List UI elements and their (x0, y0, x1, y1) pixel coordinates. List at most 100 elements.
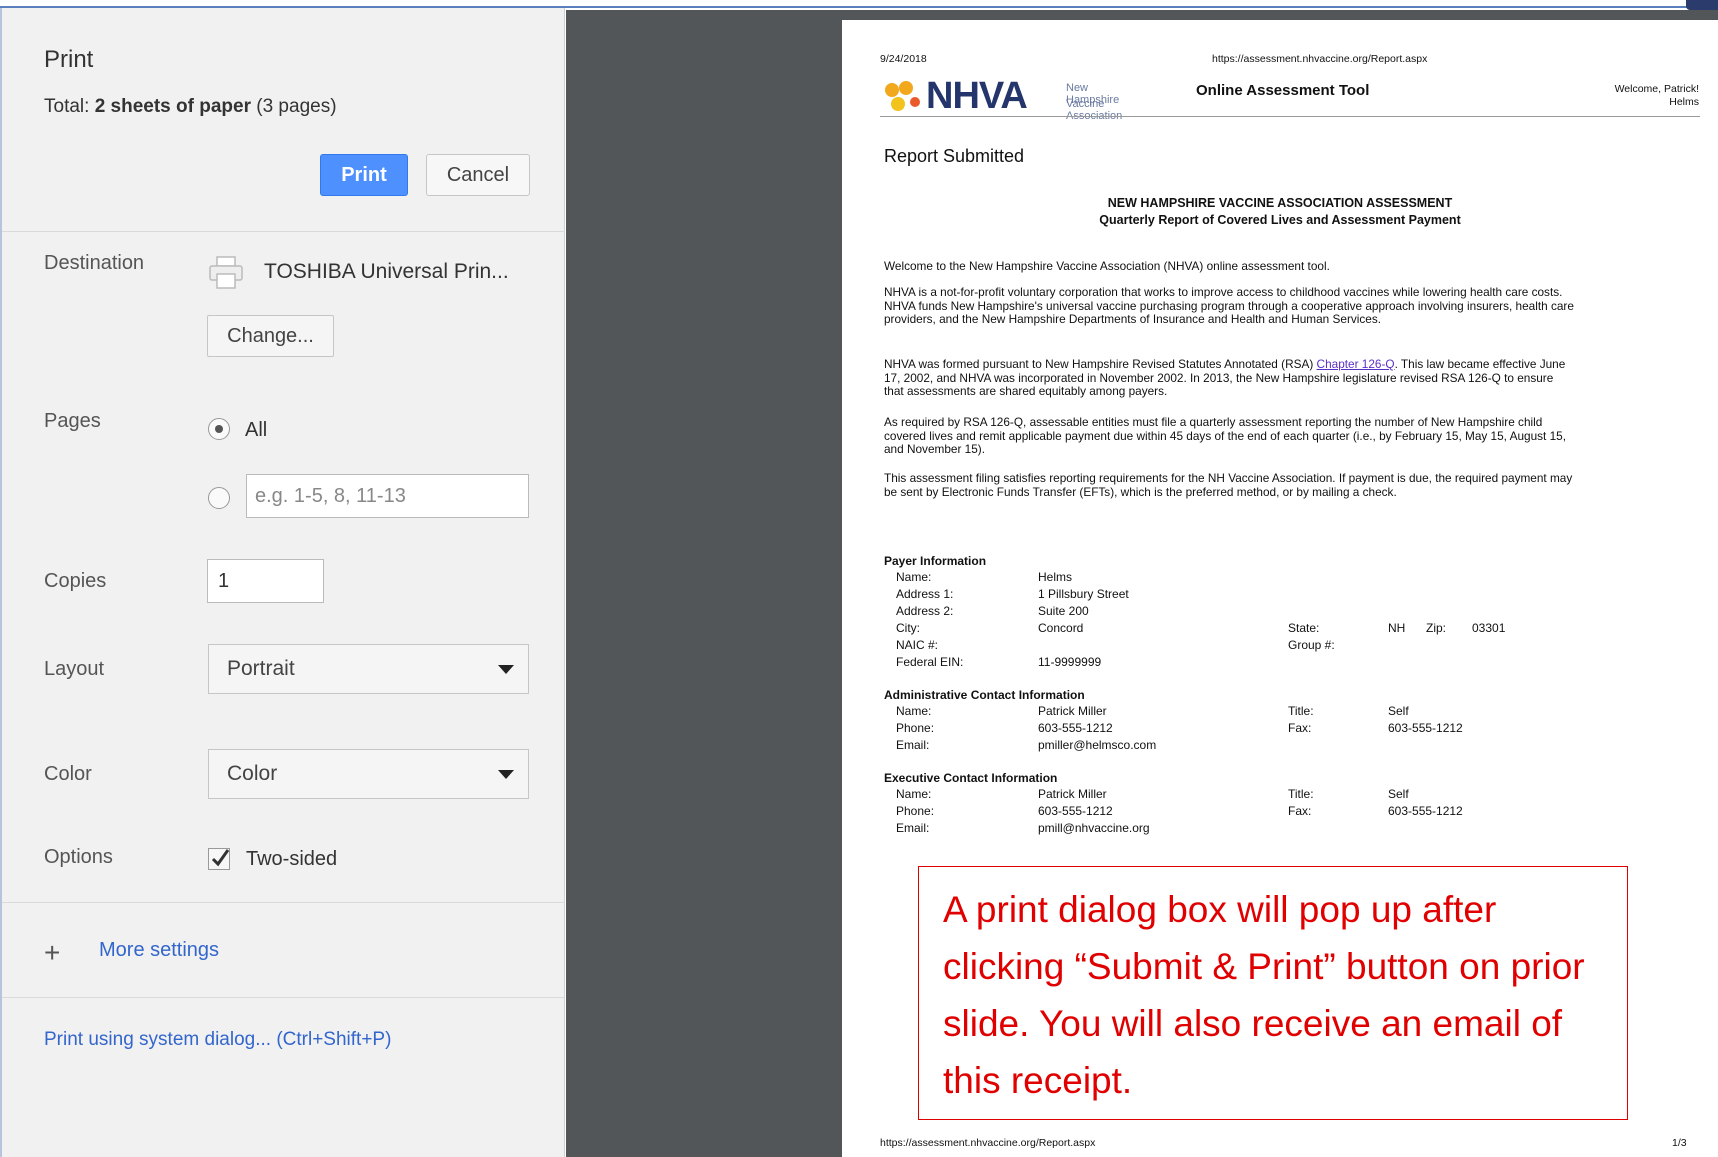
field-value: 03301 (1472, 621, 1506, 635)
pages-all-radio[interactable] (208, 418, 230, 440)
callout-text: A print dialog box will pop up after cli… (943, 889, 1585, 1101)
welcome-line-2: Helms (1669, 96, 1699, 108)
field-value: pmill@nhvaccine.org (1038, 821, 1150, 835)
field-value: Self (1388, 787, 1409, 801)
field-value: Patrick Miller (1038, 704, 1107, 718)
field-label: Title: (1288, 704, 1314, 718)
field-value: 603-555-1212 (1388, 804, 1463, 818)
total-pages: (3 pages) (250, 96, 337, 117)
two-sided-checkbox[interactable] (208, 848, 230, 870)
field-label: Email: (896, 738, 930, 752)
color-select[interactable]: Color (208, 749, 529, 799)
field-label: NAIC #: (896, 638, 939, 652)
window-top-border (0, 0, 1718, 8)
admin-contact-heading: Administrative Contact Information (884, 688, 1085, 702)
dropdown-caret-icon (498, 770, 514, 779)
layout-label: Layout (44, 658, 105, 680)
field-value: Self (1388, 704, 1409, 718)
print-header: Print Total: 2 sheets of paper (3 pages)… (2, 8, 565, 232)
field-label: Name: (896, 787, 932, 801)
field-value: NH (1388, 621, 1406, 635)
field-label: Fax: (1288, 804, 1312, 818)
report-heading-2: Quarterly Report of Covered Lives and As… (1099, 213, 1461, 227)
checkmark-icon (211, 849, 230, 867)
plus-icon: + (44, 937, 61, 968)
field-label: Fax: (1288, 721, 1312, 735)
copies-input[interactable] (207, 559, 324, 603)
destination-printer-name: TOSHIBA Universal Prin... (264, 260, 509, 283)
pages-range-input[interactable] (246, 474, 529, 518)
printer-icon (208, 256, 244, 290)
field-value: 11-9999999 (1038, 655, 1102, 669)
field-label: Address 1: (896, 587, 954, 601)
paragraph-5: This assessment filing satisfies reporti… (884, 471, 1573, 499)
change-destination-button[interactable]: Change... (207, 315, 334, 357)
field-value: 1 Pillsbury Street (1038, 587, 1129, 601)
copies-label: Copies (44, 570, 107, 592)
two-sided-label: Two-sided (246, 848, 338, 870)
report-title: Report Submitted (884, 146, 1025, 166)
field-value: 603-555-1212 (1038, 721, 1113, 735)
print-title: Print (44, 46, 94, 73)
field-label: Email: (896, 821, 930, 835)
chapter-link[interactable]: Chapter 126-Q (1317, 357, 1395, 371)
corner-icon (1686, 0, 1718, 10)
logo-text: NHVA (926, 75, 1028, 117)
page-number: 1/3 (1672, 1137, 1687, 1149)
tool-title: Online Assessment Tool (1196, 82, 1370, 99)
field-value: 603-555-1212 (1388, 721, 1463, 735)
page-date: 9/24/2018 (880, 53, 927, 65)
paragraph-2: NHVA is a not-for-profit voluntary corpo… (884, 285, 1574, 326)
options-label: Options (44, 846, 113, 868)
logo-subtitle-2: Vaccine Association (1066, 98, 1123, 122)
field-value: Patrick Miller (1038, 787, 1107, 801)
cancel-button[interactable]: Cancel (426, 154, 530, 196)
layout-select[interactable]: Portrait (208, 644, 529, 694)
total-sheets: 2 sheets of paper (94, 96, 251, 117)
paragraph-3-start: NHVA was formed pursuant to New Hampshir… (884, 357, 1317, 371)
pages-custom-radio[interactable] (208, 487, 230, 509)
field-label: Phone: (896, 804, 935, 818)
report-heading-1: NEW HAMPSHIRE VACCINE ASSOCIATION ASSESS… (1107, 196, 1453, 210)
color-select-value: Color (227, 762, 278, 785)
field-label: State: (1288, 621, 1320, 635)
paragraph-1: Welcome to the New Hampshire Vaccine Ass… (884, 259, 1330, 273)
paragraph-3: NHVA was formed pursuant to New Hampshir… (884, 357, 1574, 399)
pages-label: Pages (44, 410, 101, 432)
color-label: Color (44, 763, 92, 785)
field-value: pmiller@helmsco.com (1038, 738, 1157, 752)
paragraph-4: As required by RSA 126-Q, assessable ent… (884, 415, 1566, 456)
field-label: Name: (896, 570, 932, 584)
pages-all-label: All (245, 419, 268, 441)
nhva-logo: NHVA New Hampshire Vaccine Association (884, 74, 1136, 122)
system-dialog-link[interactable]: Print using system dialog... (Ctrl+Shift… (44, 1029, 391, 1051)
print-button[interactable]: Print (320, 154, 408, 196)
exec-contact-heading: Executive Contact Information (884, 771, 1058, 785)
welcome-line-1: Welcome, Patrick! (1614, 83, 1699, 95)
page-url-footer: https://assessment.nhvaccine.org/Report.… (880, 1137, 1096, 1149)
print-settings-panel: Print Total: 2 sheets of paper (3 pages)… (0, 8, 565, 1157)
field-value: Concord (1038, 621, 1084, 635)
header-divider (880, 116, 1700, 117)
field-label: Group #: (1288, 638, 1335, 652)
more-settings-row[interactable]: + More settings (2, 902, 565, 998)
logo-dots-icon (885, 81, 920, 111)
field-label: City: (896, 621, 920, 635)
dropdown-caret-icon (498, 665, 514, 674)
annotation-callout: A print dialog box will pop up after cli… (918, 866, 1628, 1120)
field-label: Address 2: (896, 604, 954, 618)
page-url-header: https://assessment.nhvaccine.org/Report.… (1212, 53, 1428, 65)
destination-label: Destination (44, 252, 145, 274)
field-label: Name: (896, 704, 932, 718)
field-label: Zip: (1426, 621, 1447, 635)
layout-select-value: Portrait (227, 657, 295, 680)
field-value: Suite 200 (1038, 604, 1089, 618)
field-value: 603-555-1212 (1038, 804, 1113, 818)
payer-heading: Payer Information (884, 554, 987, 568)
field-label: Federal EIN: (896, 655, 964, 669)
field-value: Helms (1038, 570, 1073, 584)
field-label: Title: (1288, 787, 1314, 801)
more-settings-link[interactable]: More settings (99, 939, 219, 962)
total-prefix: Total: (44, 96, 95, 117)
total-summary: Total: 2 sheets of paper (3 pages) (44, 96, 337, 118)
